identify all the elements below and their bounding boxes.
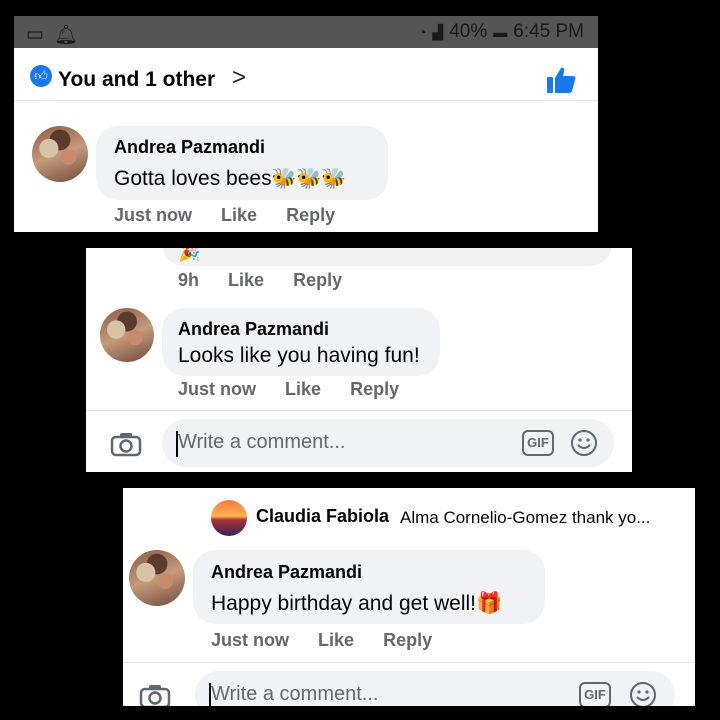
comment-time: Just now <box>211 630 290 650</box>
comment-composer: Write a comment... GIF <box>123 662 695 706</box>
likes-summary[interactable]: You and 1 other <box>58 68 215 92</box>
previous-comment-emoji: 🎉 <box>178 248 201 262</box>
camera-icon[interactable] <box>110 431 142 457</box>
avatar[interactable] <box>100 308 154 362</box>
signal-icon: ▟ <box>432 23 444 40</box>
gif-icon[interactable]: GIF <box>522 430 554 456</box>
reply-link[interactable]: Reply <box>350 379 399 399</box>
bee-emoji: 🐝🐝🐝 <box>271 168 347 190</box>
comment-meta: Just now Like Reply <box>114 205 359 226</box>
notification-icon: ▭ <box>26 24 44 45</box>
avatar[interactable] <box>129 550 185 606</box>
avatar[interactable] <box>32 126 88 182</box>
bell-icon: 🔔︎ <box>53 25 79 46</box>
reply-preview-author[interactable]: Claudia Fabiola <box>256 506 389 527</box>
chevron-right-icon[interactable]: > <box>232 64 246 92</box>
gif-icon[interactable]: GIF <box>579 682 611 706</box>
comment-text-body: Happy birthday and get well! <box>211 592 476 615</box>
comment-time: 9h <box>178 270 200 290</box>
clock: 6:45 PM <box>513 21 584 42</box>
like-badge-icon: 👍︎ <box>30 65 52 87</box>
comment-input-placeholder: Write a comment... <box>211 683 379 705</box>
thumbs-up-icon[interactable] <box>546 66 576 94</box>
comment-author[interactable]: Andrea Pazmandi <box>211 562 362 583</box>
status-bar: ▭ 🔔︎ ◔ ▟ 40% ▬ 6:45 PM <box>14 16 598 48</box>
wifi-icon: ◔ <box>417 24 427 40</box>
reply-preview-text[interactable]: Alma Cornelio-Gomez thank yo... <box>400 508 650 528</box>
comment-text-body: Gotta loves bees <box>114 167 272 190</box>
comment-text: Looks like you having fun! <box>178 344 420 367</box>
camera-icon[interactable] <box>139 683 171 706</box>
like-link[interactable]: Like <box>228 270 264 290</box>
comment-composer: Write a comment... GIF <box>86 410 632 472</box>
comment-meta: Just now Like Reply <box>211 630 456 651</box>
reply-link[interactable]: Reply <box>293 270 342 290</box>
like-link[interactable]: Like <box>221 205 257 225</box>
reply-link[interactable]: Reply <box>383 630 432 650</box>
comment-author[interactable]: Andrea Pazmandi <box>114 137 265 158</box>
like-link[interactable]: Like <box>285 379 321 399</box>
emoji-icon[interactable] <box>629 681 657 706</box>
reply-link[interactable]: Reply <box>286 205 335 225</box>
comment-input-placeholder: Write a comment... <box>178 431 346 453</box>
comment-author[interactable]: Andrea Pazmandi <box>178 319 329 340</box>
comment-text: Gotta loves bees🐝🐝🐝 <box>114 166 346 191</box>
panel-reply-comment: Claudia Fabiola Alma Cornelio-Gomez than… <box>123 488 695 706</box>
battery-icon: ▬ <box>493 24 508 40</box>
screenshot-collage: { "status_bar": { "battery": "40%", "tim… <box>0 0 720 720</box>
panel-comment-input: 🎉 9h Like Reply Andrea Pazmandi Looks li… <box>86 248 632 472</box>
avatar[interactable] <box>211 500 247 536</box>
like-link[interactable]: Like <box>318 630 354 650</box>
previous-comment-meta: 9h Like Reply <box>178 270 366 291</box>
reactions-header[interactable]: 👍︎ You and 1 other > <box>14 48 598 101</box>
comment-meta: Just now Like Reply <box>178 379 423 400</box>
previous-comment-bubble <box>162 248 612 266</box>
comment-input[interactable]: Write a comment... GIF <box>162 419 614 467</box>
comment-time: Just now <box>114 205 193 225</box>
comment-time: Just now <box>178 379 257 399</box>
comment-input[interactable]: Write a comment... GIF <box>195 671 675 706</box>
battery-percent: 40% <box>449 21 488 42</box>
gift-emoji: 🎁 <box>476 592 503 615</box>
emoji-icon[interactable] <box>570 429 598 457</box>
comment-text: Happy birthday and get well!🎁 <box>211 592 502 616</box>
panel-reactions-comment: ▭ 🔔︎ ◔ ▟ 40% ▬ 6:45 PM 👍︎ You and 1 othe… <box>14 16 598 232</box>
